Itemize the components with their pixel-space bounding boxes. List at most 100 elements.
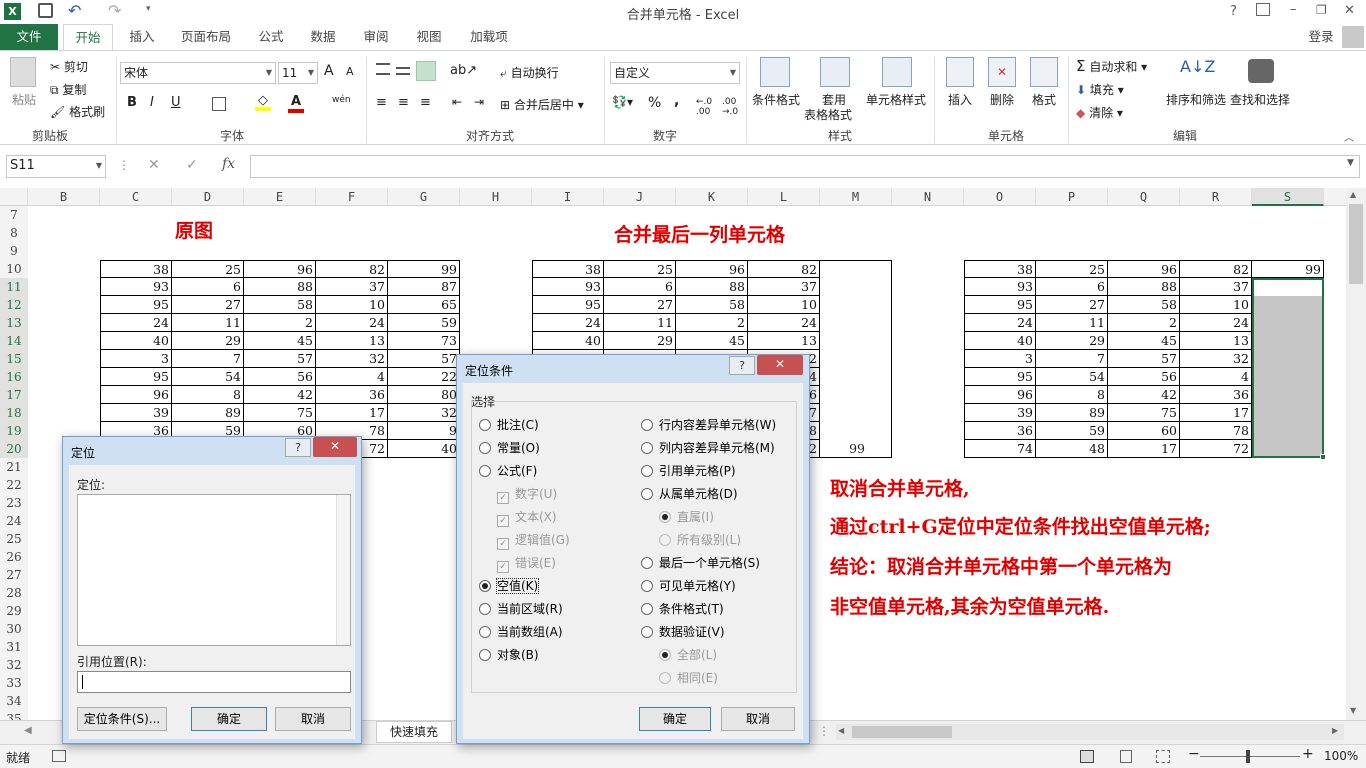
table1-cell[interactable]: 25 [172, 260, 244, 278]
table3-cell[interactable]: 10 [1180, 296, 1252, 314]
option-left-1[interactable]: 常量(O) [479, 439, 540, 457]
row-header-34[interactable]: 34 [0, 692, 28, 710]
table2-cell[interactable]: 88 [676, 278, 748, 296]
radio-icon[interactable] [641, 557, 653, 569]
page-break-view-icon[interactable] [1156, 750, 1170, 763]
column-header-I[interactable]: I [532, 188, 604, 206]
checkbox-icon[interactable]: ✓ [497, 538, 509, 550]
table1-cell[interactable]: 57 [244, 350, 316, 368]
row-header-11[interactable]: 11 [0, 278, 28, 296]
table3-cell[interactable]: 11 [1036, 314, 1108, 332]
scroll-up-icon[interactable]: ▲ [1350, 190, 1356, 199]
table2-cell[interactable]: 45 [676, 332, 748, 350]
table1-cell[interactable]: 17 [316, 404, 388, 422]
row-header-16[interactable]: 16 [0, 368, 28, 386]
table1-cell[interactable]: 99 [388, 260, 460, 278]
table3-cell[interactable]: 7 [1036, 350, 1108, 368]
option-right-4[interactable]: 直属(I) [659, 508, 714, 526]
table3-cell[interactable]: 3 [964, 350, 1036, 368]
table3-cell[interactable]: 88 [1108, 278, 1180, 296]
row-header-23[interactable]: 23 [0, 494, 28, 512]
table1-cell[interactable]: 65 [388, 296, 460, 314]
enter-icon[interactable]: ✓ [186, 157, 198, 173]
formula-input[interactable] [250, 155, 1360, 178]
italic-button[interactable]: I [150, 95, 154, 110]
column-header-G[interactable]: G [388, 188, 460, 206]
binoculars-icon[interactable] [1248, 59, 1274, 83]
vertical-scrollbar[interactable]: ▲ ▼ [1346, 188, 1366, 720]
table1-cell[interactable]: 2 [244, 314, 316, 332]
option-right-8[interactable]: 条件格式(T) [641, 600, 724, 618]
table1-cell[interactable]: 6 [172, 278, 244, 296]
help-button[interactable]: ? [1230, 4, 1237, 19]
expand-formula-icon[interactable]: ▼ [1347, 158, 1354, 168]
signin-link[interactable]: 登录 [1304, 24, 1338, 50]
checkbox-icon[interactable]: ✓ [497, 561, 509, 573]
find-select-button[interactable]: 查找和选择 [1230, 91, 1290, 108]
insert-function-icon[interactable]: fx [222, 156, 235, 172]
table3-cell[interactable]: 48 [1036, 440, 1108, 458]
select-all-corner[interactable] [0, 188, 28, 206]
radio-icon[interactable] [479, 465, 491, 477]
goto-list[interactable] [77, 494, 351, 646]
special-help-button[interactable]: ? [729, 356, 755, 375]
table3-cell[interactable]: 96 [964, 386, 1036, 404]
column-header-C[interactable]: C [100, 188, 172, 206]
merged-cell[interactable]: 99 [820, 260, 892, 458]
border-icon[interactable] [212, 97, 226, 111]
shrink-font-button[interactable]: A [346, 65, 354, 78]
row-header-13[interactable]: 13 [0, 314, 28, 332]
sort-filter-button[interactable]: 排序和筛选 [1166, 91, 1226, 108]
table1-cell[interactable]: 7 [172, 350, 244, 368]
table1-cell[interactable]: 10 [316, 296, 388, 314]
table1-cell[interactable]: 96 [100, 386, 172, 404]
table2-cell[interactable]: 24 [532, 314, 604, 332]
option-left-4[interactable]: ✓ 文本(X) [497, 508, 557, 527]
table2-cell[interactable]: 82 [748, 260, 820, 278]
column-header-B[interactable]: B [28, 188, 100, 206]
row-header-26[interactable]: 26 [0, 548, 28, 566]
radio-icon[interactable] [479, 580, 491, 592]
radio-icon[interactable] [479, 419, 491, 431]
table1-cell[interactable]: 56 [244, 368, 316, 386]
radio-icon[interactable] [641, 580, 653, 592]
table1-cell[interactable]: 89 [172, 404, 244, 422]
table1-cell[interactable]: 75 [244, 404, 316, 422]
format-as-table-label2[interactable]: 表格格式 [804, 106, 852, 123]
table1-cell[interactable]: 88 [244, 278, 316, 296]
table1-cell[interactable]: 11 [172, 314, 244, 332]
table3-cell[interactable]: 45 [1108, 332, 1180, 350]
table1-cell[interactable]: 36 [316, 386, 388, 404]
row-header-28[interactable]: 28 [0, 584, 28, 602]
radio-icon[interactable] [641, 442, 653, 454]
table2-cell[interactable]: 25 [604, 260, 676, 278]
table3-cell[interactable]: 24 [964, 314, 1036, 332]
row-header-19[interactable]: 19 [0, 422, 28, 440]
tab-review[interactable]: 审阅 [355, 24, 397, 50]
table3-cell[interactable]: 8 [1036, 386, 1108, 404]
goto-help-button[interactable]: ? [285, 438, 311, 457]
table3-cell[interactable]: 2 [1108, 314, 1180, 332]
zoom-in-button[interactable]: + [1302, 746, 1314, 762]
table1-cell[interactable]: 58 [244, 296, 316, 314]
table2-cell[interactable]: 95 [532, 296, 604, 314]
special-button[interactable]: 定位条件(S)... [77, 707, 167, 731]
table1-cell[interactable]: 27 [172, 296, 244, 314]
table1-cell[interactable]: 37 [316, 278, 388, 296]
option-left-8[interactable]: 当前区域(R) [479, 600, 563, 618]
column-header-J[interactable]: J [604, 188, 676, 206]
table1-cell[interactable]: 93 [100, 278, 172, 296]
row-header-31[interactable]: 31 [0, 638, 28, 656]
scroll-right-icon[interactable]: ▶ [1332, 726, 1338, 735]
table3-cell[interactable]: 24 [1180, 314, 1252, 332]
radio-icon[interactable] [479, 603, 491, 615]
column-header-M[interactable]: M [820, 188, 892, 206]
column-header-F[interactable]: F [316, 188, 388, 206]
radio-icon[interactable] [479, 626, 491, 638]
table3-cell[interactable]: 54 [1036, 368, 1108, 386]
cancel-entry-icon[interactable]: ✕ [148, 157, 160, 173]
font-color-icon[interactable]: A [288, 94, 304, 113]
column-header-O[interactable]: O [964, 188, 1036, 206]
option-right-3[interactable]: 从属单元格(D) [641, 485, 738, 503]
tab-addins[interactable]: 加载项 [461, 24, 517, 50]
